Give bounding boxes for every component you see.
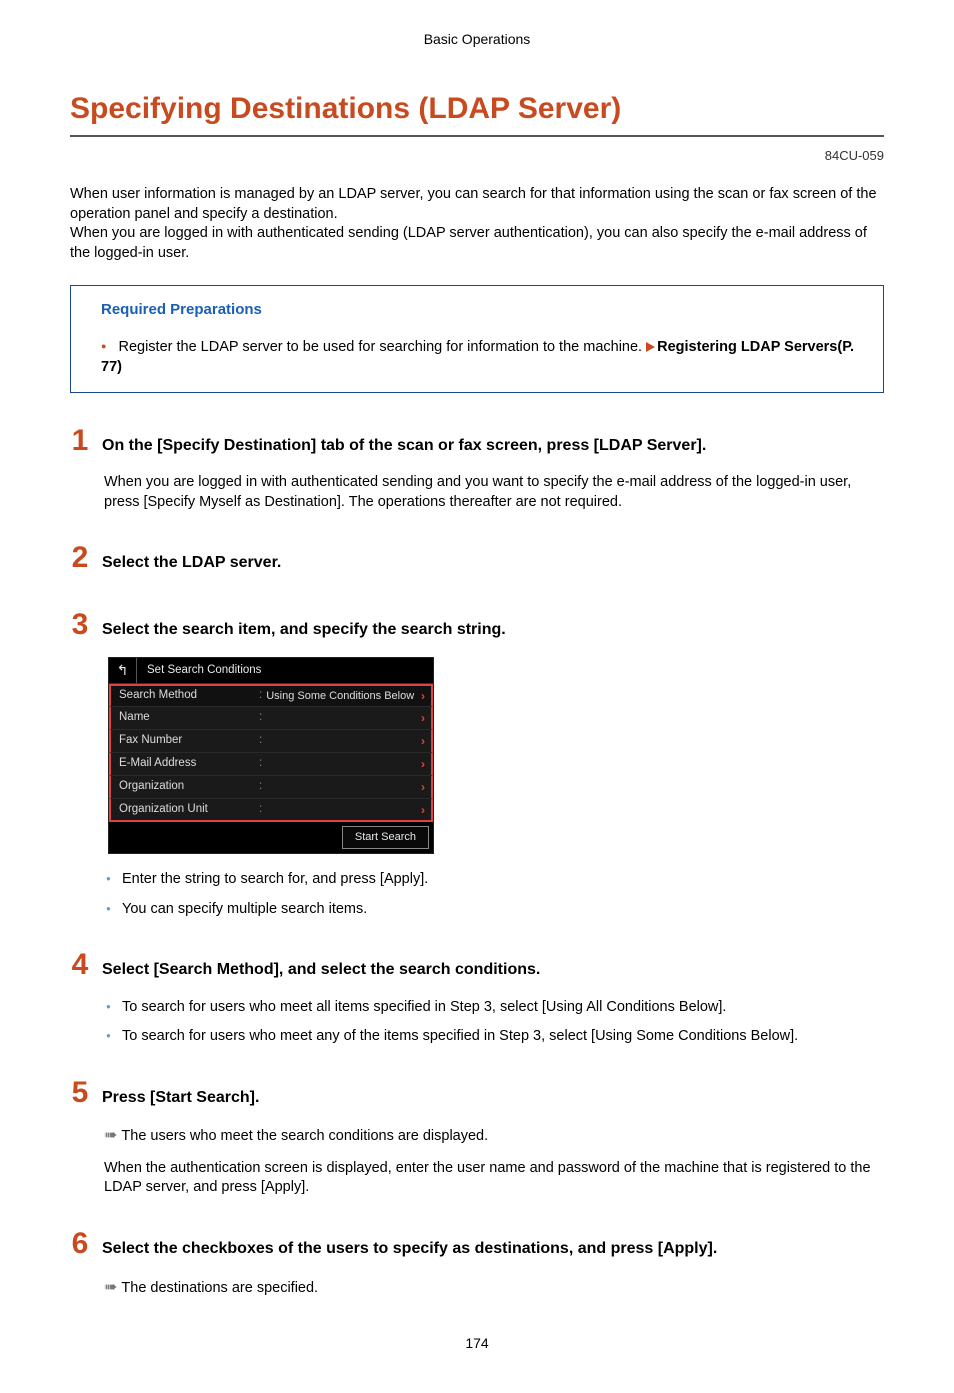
colon-icon: : [259,688,262,704]
step-title: Select the checkboxes of the users to sp… [102,1239,717,1260]
search-method-label: Search Method [119,688,259,704]
prep-item-text: Register the LDAP server to be used for … [118,339,646,355]
search-method-value: Using Some Conditions Below [266,689,421,704]
back-icon[interactable]: ↰ [109,658,137,683]
panel-title: Set Search Conditions [137,663,261,679]
field-label: Name [119,710,259,726]
start-search-button[interactable]: Start Search [342,826,429,849]
colon-icon: : [259,733,262,749]
step-bullet: To search for users who meet any of the … [104,1027,884,1047]
link-arrow-icon [646,342,655,352]
field-row-fax[interactable]: Fax Number : › [109,730,433,753]
step-bullet: You can specify multiple search items. [104,900,884,920]
colon-icon: : [259,756,262,772]
chevron-right-icon: › [421,756,425,772]
step-number: 3 [70,605,90,646]
result-text: The destinations are specified. [121,1280,318,1296]
steps-list: 1 On the [Specify Destination] tab of th… [70,421,884,1299]
intro-text: When user information is managed by an L… [70,185,884,263]
step-number: 6 [70,1224,90,1265]
step-result: ➠The destinations are specified. [104,1277,884,1299]
panel-header: ↰ Set Search Conditions [109,658,433,684]
chevron-right-icon: › [421,802,425,818]
search-conditions-panel: ↰ Set Search Conditions Search Method : … [108,657,434,854]
page-number: 174 [70,1334,884,1353]
colon-icon: : [259,802,262,818]
field-label: E-Mail Address [119,756,259,772]
chevron-right-icon: › [421,710,425,726]
panel-footer: Start Search [109,822,433,853]
field-row-org-unit[interactable]: Organization Unit : › [109,799,433,822]
step-1: 1 On the [Specify Destination] tab of th… [100,421,884,513]
chevron-right-icon: › [421,779,425,795]
step-title: Press [Start Search]. [102,1088,259,1109]
step-result: ➠The users who meet the search condition… [104,1125,884,1147]
page-title: Specifying Destinations (LDAP Server) [70,89,884,138]
document-code: 84CU-059 [70,147,884,165]
step-bullet: Enter the string to search for, and pres… [104,870,884,890]
step-2: 2 Select the LDAP server. [100,538,884,579]
prep-item: Register the LDAP server to be used for … [101,338,861,377]
step-number: 2 [70,538,90,579]
step-bullet: To search for users who meet all items s… [104,998,884,1018]
step-6: 6 Select the checkboxes of the users to … [100,1224,884,1298]
field-label: Organization [119,779,259,795]
step-body-para: When the authentication screen is displa… [104,1159,884,1198]
chevron-right-icon: › [421,688,425,704]
result-arrow-icon: ➠ [104,1279,117,1296]
step-title: On the [Specify Destination] tab of the … [102,436,706,457]
step-title: Select [Search Method], and select the s… [102,960,540,981]
field-row-email[interactable]: E-Mail Address : › [109,753,433,776]
step-body-para: When you are logged in with authenticate… [104,473,884,512]
step-title: Select the LDAP server. [102,553,281,574]
step-3: 3 Select the search item, and specify th… [100,605,884,919]
result-text: The users who meet the search conditions… [121,1128,488,1144]
step-number: 4 [70,945,90,986]
result-arrow-icon: ➠ [104,1127,117,1144]
required-preparations-box: Required Preparations Register the LDAP … [70,285,884,392]
intro-para-2: When you are logged in with authenticate… [70,224,884,263]
step-number: 1 [70,421,90,462]
colon-icon: : [259,779,262,795]
required-preparations-heading: Required Preparations [101,300,861,320]
breadcrumb: Basic Operations [70,30,884,49]
step-number: 5 [70,1073,90,1114]
chevron-right-icon: › [421,733,425,749]
search-method-row[interactable]: Search Method : Using Some Conditions Be… [109,684,433,707]
field-row-org[interactable]: Organization : › [109,776,433,799]
intro-para-1: When user information is managed by an L… [70,185,884,224]
step-4: 4 Select [Search Method], and select the… [100,945,884,1047]
field-row-name[interactable]: Name : › [109,707,433,730]
field-label: Organization Unit [119,802,259,818]
step-title: Select the search item, and specify the … [102,620,506,641]
field-label: Fax Number [119,733,259,749]
colon-icon: : [259,710,262,726]
step-5: 5 Press [Start Search]. ➠The users who m… [100,1073,884,1198]
